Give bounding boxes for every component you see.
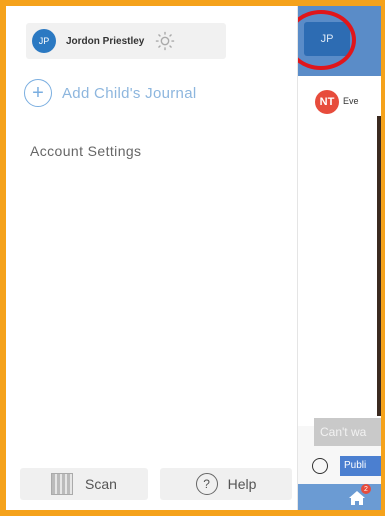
add-childs-journal-button[interactable]: + Add Child's Journal: [24, 79, 196, 107]
side-drawer: JP Jordon Priestley + Add Child's Journa…: [6, 6, 298, 510]
scan-button[interactable]: Scan: [20, 468, 148, 500]
globe-icon: [312, 458, 328, 474]
help-button[interactable]: ? Help: [160, 468, 292, 500]
entry-text: Eve: [343, 96, 359, 106]
highlight-circle: [298, 10, 356, 70]
entry-avatar: NT: [315, 90, 339, 114]
help-label: Help: [227, 476, 257, 492]
journal-entry-card[interactable]: NT Eve: [298, 76, 381, 426]
question-circle-icon: ?: [195, 473, 218, 495]
user-avatar: JP: [32, 29, 56, 53]
plus-circle-icon: +: [24, 79, 52, 107]
entry-photo: [377, 116, 381, 416]
gear-icon[interactable]: [154, 30, 176, 52]
user-switcher[interactable]: JP Jordon Priestley: [26, 23, 226, 59]
scan-label: Scan: [85, 476, 117, 492]
bottom-nav: 2: [298, 484, 381, 510]
add-journal-label: Add Child's Journal: [62, 84, 197, 102]
visibility-button[interactable]: Publi: [340, 456, 381, 476]
comment-input[interactable]: Can't wa: [314, 418, 381, 446]
drawer-footer: Scan ? Help: [6, 458, 298, 510]
app-header: JP: [298, 6, 381, 76]
qr-code-icon: [51, 473, 74, 495]
notification-badge: 2: [361, 484, 371, 494]
main-app-peek: JP NT Eve Can't wa Publi 2: [298, 6, 381, 510]
user-name: Jordon Priestley: [66, 35, 145, 47]
account-settings-link[interactable]: Account Settings: [30, 143, 141, 159]
